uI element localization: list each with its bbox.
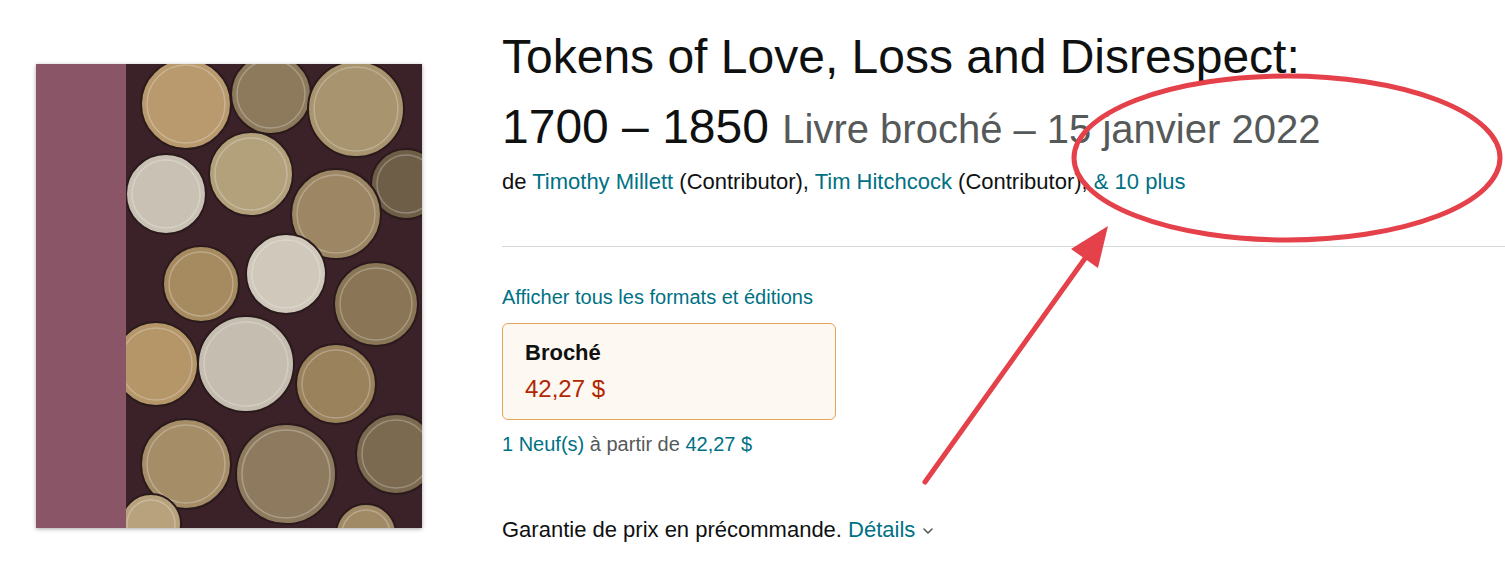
more-contributors-link[interactable]: & 10 plus bbox=[1094, 169, 1186, 194]
product-info: Tokens of Love, Loss and Disrespect: 1700… bbox=[502, 0, 1505, 545]
offers-text: à partir de bbox=[590, 433, 680, 455]
offers-line: 1 Neuf(s) à partir de 42,27 $ bbox=[502, 430, 1505, 458]
details-text: Détails bbox=[848, 517, 915, 542]
chevron-down-icon[interactable] bbox=[921, 524, 935, 538]
new-offers-link[interactable]: 1 Neuf(s) bbox=[502, 433, 584, 455]
contributor-role: (Contributor), bbox=[958, 169, 1088, 194]
red-annotation-icon bbox=[0, 0, 1505, 567]
product-title: Tokens of Love, Loss and Disrespect: 1700… bbox=[502, 22, 1505, 164]
divider bbox=[502, 246, 1505, 247]
format-swatch[interactable]: Broché 42,27 $ bbox=[502, 323, 836, 420]
title-text: 1700 – 1850 bbox=[502, 100, 769, 153]
title-line: Tokens of Love, Loss and Disrespect: bbox=[502, 22, 1505, 92]
byline: de Timothy Millett (Contributor), Tim Hi… bbox=[502, 167, 1505, 197]
contributor-link[interactable]: Tim Hitchcock bbox=[815, 169, 952, 194]
title-text: Tokens of Love, Loss and Disrespect: bbox=[502, 30, 1300, 83]
binding-date: Livre broché – 15 janvier 2022 bbox=[782, 107, 1320, 151]
title-line: 1700 – 1850 Livre broché – 15 janvier 20… bbox=[502, 92, 1505, 164]
details-link[interactable]: Détails bbox=[848, 517, 935, 542]
product-page: Tokens of Love, Loss and Disrespect: 1700… bbox=[0, 0, 1505, 545]
format-price: 42,27 $ bbox=[525, 372, 813, 406]
formats-link[interactable]: Afficher tous les formats et éditions bbox=[502, 283, 813, 311]
offers-price[interactable]: 42,27 $ bbox=[685, 433, 752, 455]
byline-prefix: de bbox=[502, 169, 526, 194]
contributor-link[interactable]: Timothy Millett bbox=[532, 169, 673, 194]
preorder-text: Garantie de prix en précommande. bbox=[502, 517, 842, 542]
contributor-role: (Contributor), bbox=[679, 169, 809, 194]
book-cover-image[interactable] bbox=[36, 64, 422, 528]
format-label: Broché bbox=[525, 338, 813, 368]
preorder-guarantee: Garantie de prix en précommande. Détails bbox=[502, 515, 1505, 545]
